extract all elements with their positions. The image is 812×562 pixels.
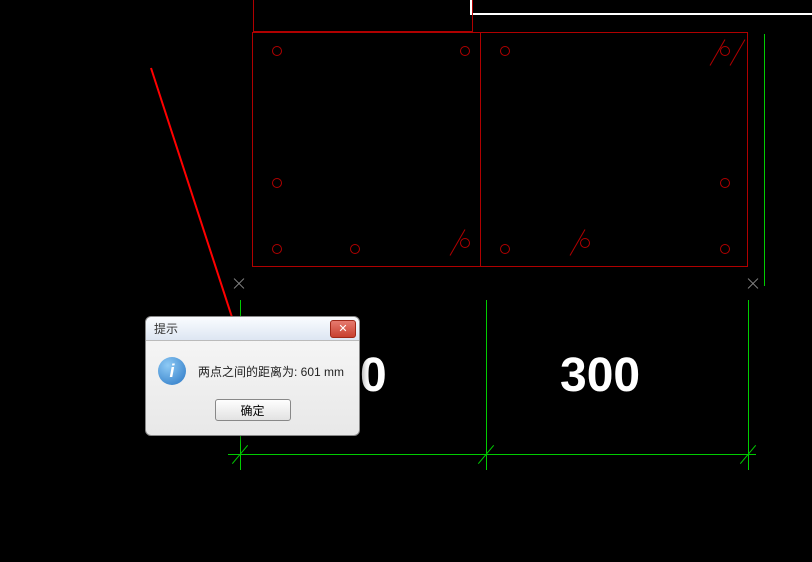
cad-canvas[interactable]: 0 300 提示 ✕ i 两点之间的距离为: 601 mm 确定: [0, 0, 812, 562]
close-button[interactable]: ✕: [330, 320, 356, 338]
rebar-dot: [720, 46, 730, 56]
rebar-dot: [272, 244, 282, 254]
ext-line: [486, 300, 487, 470]
dimension-value-right: 300: [560, 348, 640, 403]
close-icon: ✕: [338, 322, 347, 335]
dialog-titlebar[interactable]: 提示 ✕: [146, 317, 359, 341]
rebar-dot: [272, 178, 282, 188]
message-dialog: 提示 ✕ i 两点之间的距离为: 601 mm 确定: [145, 316, 360, 436]
red-rect-top: [253, 0, 473, 32]
dialog-title-text: 提示: [154, 320, 178, 337]
red-rect-outer: [252, 32, 748, 267]
ok-button-label: 确定: [240, 402, 264, 419]
ext-line: [764, 34, 765, 286]
dim-baseline: [228, 454, 756, 455]
white-rect: [470, 0, 812, 15]
ext-line: [748, 300, 749, 470]
rebar-dot: [272, 46, 282, 56]
rebar-dot: [720, 178, 730, 188]
rebar-dot: [720, 244, 730, 254]
rebar-dot: [500, 46, 510, 56]
dimension-value-left: 0: [360, 348, 387, 403]
snap-marker: [746, 276, 760, 290]
rebar-dot: [580, 238, 590, 248]
red-divider: [480, 32, 481, 267]
info-icon: i: [158, 357, 186, 385]
rebar-dot: [500, 244, 510, 254]
ok-button[interactable]: 确定: [215, 399, 291, 421]
rebar-dot: [460, 238, 470, 248]
dialog-message: 两点之间的距离为: 601 mm: [198, 363, 344, 380]
rebar-dot: [350, 244, 360, 254]
rebar-dot: [460, 46, 470, 56]
snap-marker: [232, 276, 246, 290]
